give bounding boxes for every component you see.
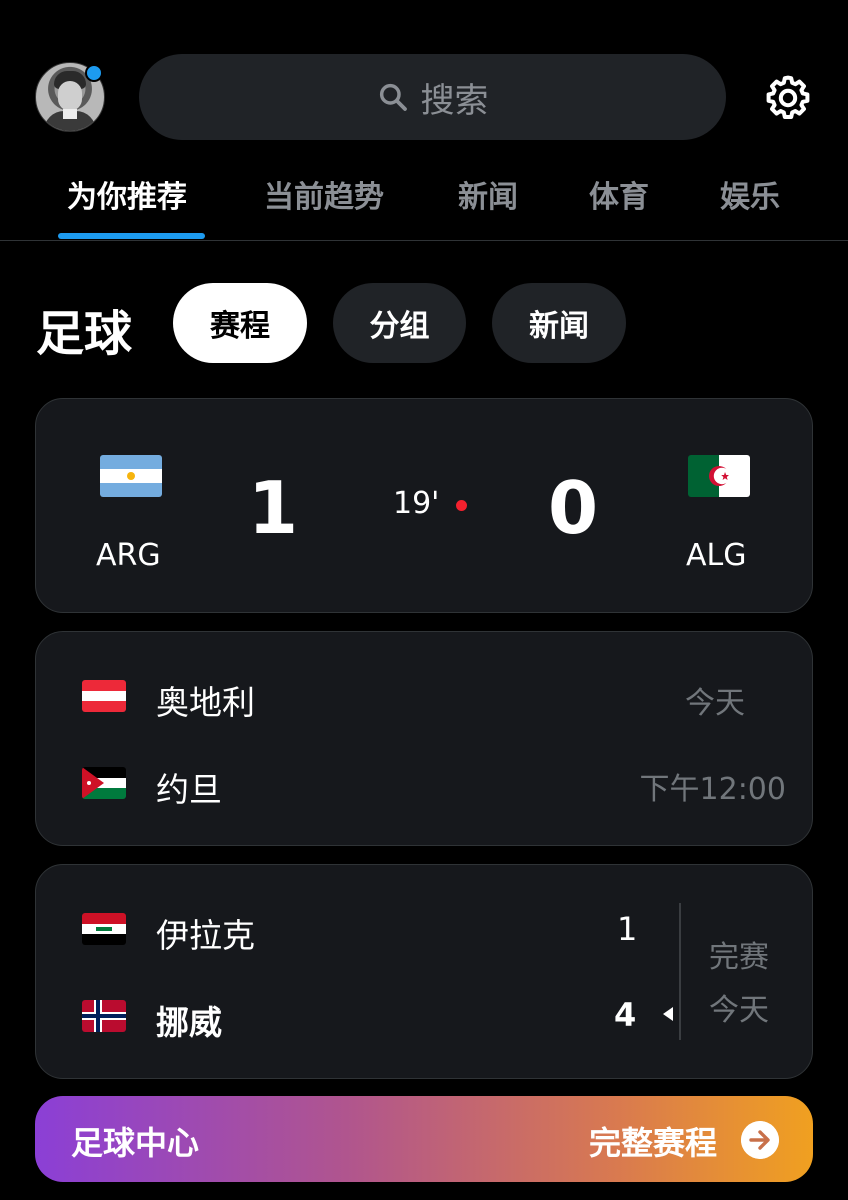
notification-dot xyxy=(85,64,103,82)
match-status: 完赛 xyxy=(709,940,769,975)
iraq-flag xyxy=(82,913,126,945)
match-minute: 19' xyxy=(393,486,440,521)
team2-name: 约旦 xyxy=(156,770,222,809)
section-title: 足球 xyxy=(36,306,133,362)
team2-name: 挪威 xyxy=(156,1003,222,1042)
tab-trending[interactable]: 当前趋势 xyxy=(264,172,384,216)
avatar-button[interactable] xyxy=(35,62,105,132)
home-score: 1 xyxy=(248,466,299,550)
norway-flag xyxy=(82,1000,126,1032)
tab-news[interactable]: 新闻 xyxy=(458,172,518,216)
search-icon xyxy=(379,83,407,111)
tab-sports[interactable]: 体育 xyxy=(589,172,649,216)
banner-left-label: 足球中心 xyxy=(71,1124,200,1162)
search-placeholder: 搜索 xyxy=(420,80,489,121)
search-bar[interactable]: 搜索 xyxy=(139,54,726,140)
banner-right-label: 完整赛程 xyxy=(588,1124,717,1162)
pill-news[interactable]: 新闻 xyxy=(492,283,626,363)
match-day: 今天 xyxy=(709,993,769,1028)
winner-indicator-icon xyxy=(663,1007,673,1021)
away-team-code: ALG xyxy=(686,538,747,573)
match-time: 下午12:00 xyxy=(639,772,786,807)
pill-schedule[interactable]: 赛程 xyxy=(173,283,307,363)
top-tabs: 为你推荐 当前趋势 新闻 体育 娱乐 xyxy=(0,160,848,241)
vertical-divider xyxy=(679,903,681,1040)
home-team-code: ARG xyxy=(96,538,161,573)
upcoming-match-card[interactable] xyxy=(35,631,813,846)
team1-name: 伊拉克 xyxy=(156,916,255,955)
away-score: 0 xyxy=(548,466,599,550)
live-indicator xyxy=(456,500,467,511)
team2-score: 4 xyxy=(614,996,637,1034)
jordan-flag xyxy=(82,767,126,799)
tab-for-you[interactable]: 为你推荐 xyxy=(67,172,187,216)
algeria-flag xyxy=(688,455,750,497)
gear-icon[interactable] xyxy=(764,74,812,122)
match-day: 今天 xyxy=(685,686,745,721)
pill-groups[interactable]: 分组 xyxy=(333,283,466,363)
team1-name: 奥地利 xyxy=(156,683,255,722)
football-hub-banner[interactable]: 足球中心 完整赛程 xyxy=(35,1096,813,1182)
argentina-flag xyxy=(100,455,162,497)
austria-flag xyxy=(82,680,126,712)
tab-entertainment[interactable]: 娱乐 xyxy=(720,172,780,216)
arrow-right-circle-icon xyxy=(741,1121,779,1159)
active-tab-indicator xyxy=(58,233,205,239)
team1-score: 1 xyxy=(617,910,638,948)
finished-match-card[interactable] xyxy=(35,864,813,1079)
